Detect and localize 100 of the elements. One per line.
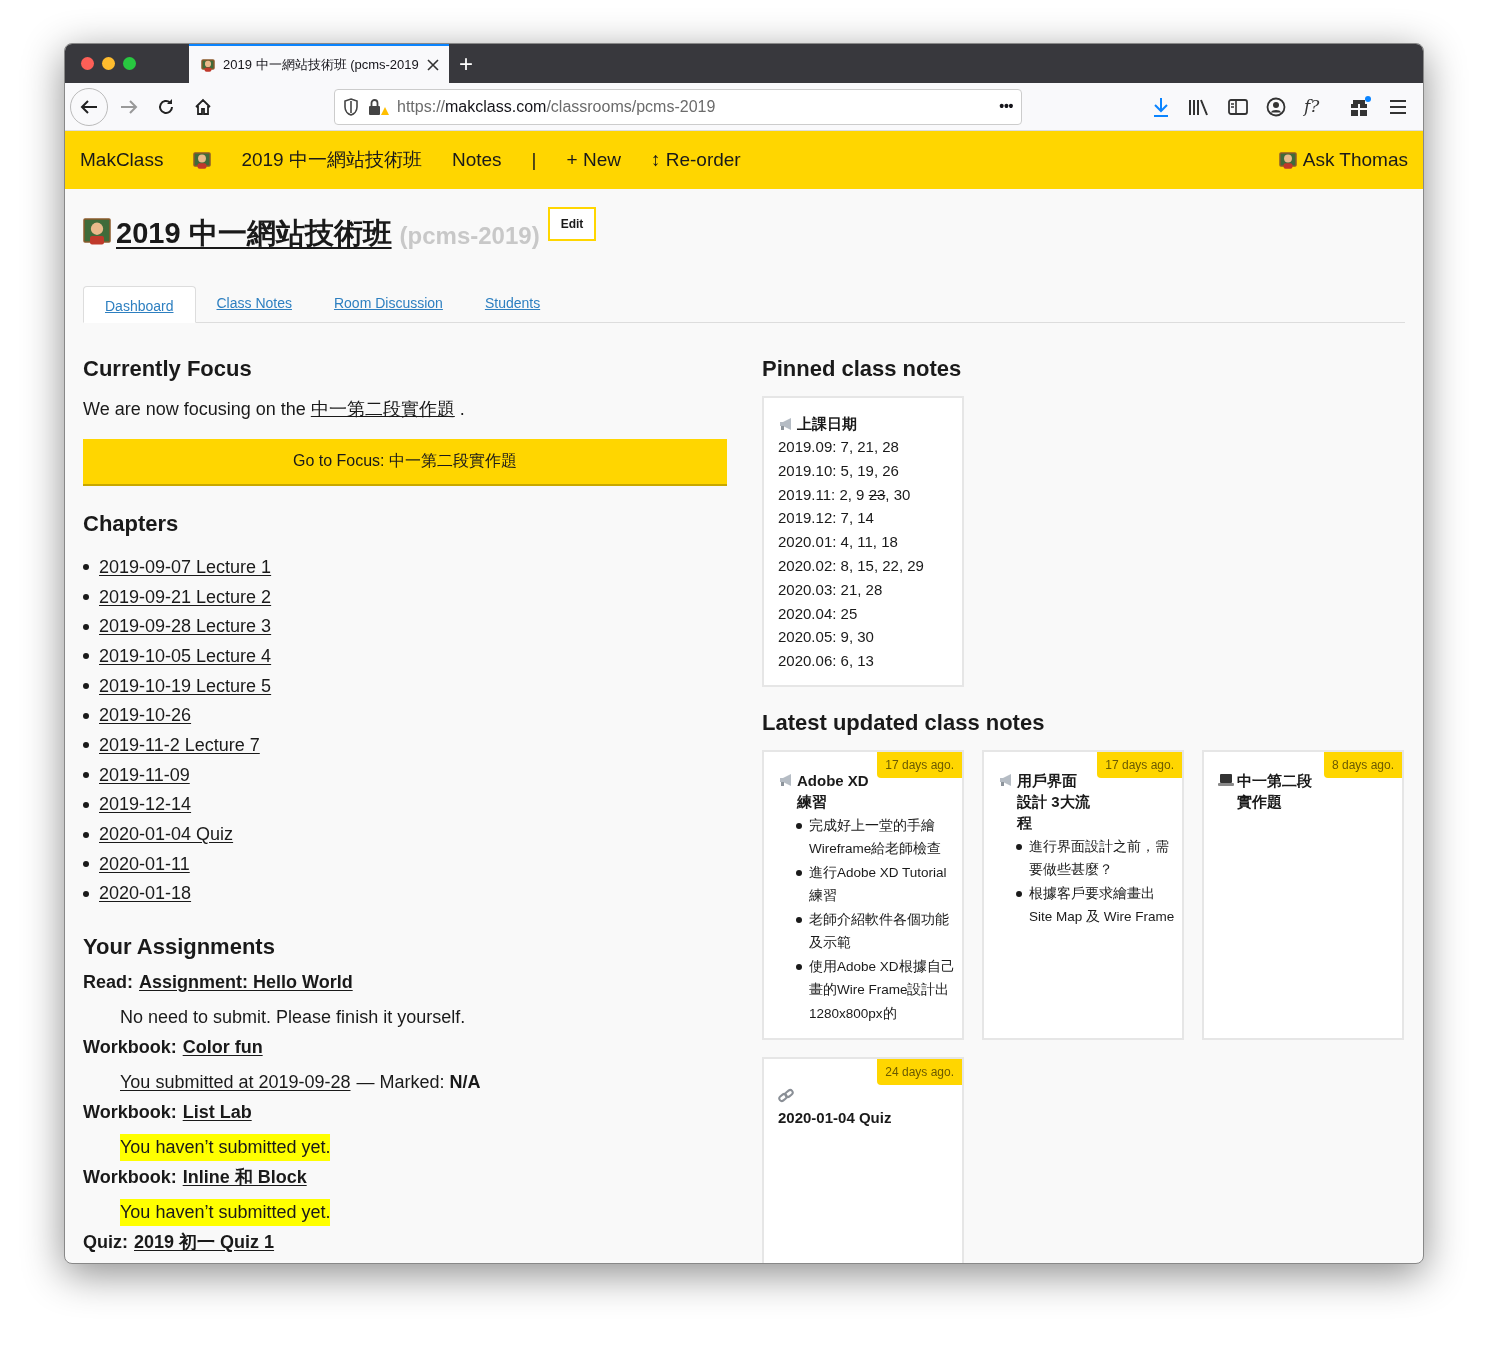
note-title: 上課日期	[797, 413, 857, 434]
browser-tab[interactable]: 2019 中一網站技術班 (pcms-2019	[189, 44, 449, 83]
chapter-link[interactable]: 2019-09-07 Lecture 1	[99, 553, 272, 581]
download-icon[interactable]	[1152, 96, 1170, 117]
account-icon[interactable]	[1266, 96, 1286, 117]
bullet-icon	[83, 594, 89, 601]
assignment-link[interactable]: 2019 初一 Quiz 1	[134, 1228, 275, 1256]
bullet-icon	[83, 801, 89, 808]
gift-icon[interactable]	[1349, 95, 1372, 118]
chapter-link[interactable]: 2019-12-14	[99, 791, 192, 819]
assignment-link[interactable]: List Lab	[182, 1098, 252, 1126]
chapter-link[interactable]: 2020-01-11	[99, 850, 190, 878]
close-icon[interactable]	[426, 58, 439, 71]
link-icon	[778, 1087, 794, 1104]
date-line: 2019.09: 7, 21, 28	[778, 437, 900, 457]
edit-button[interactable]: Edit	[547, 207, 597, 241]
window-control[interactable]	[102, 57, 115, 70]
window-control[interactable]	[81, 57, 94, 70]
library-icon[interactable]	[1188, 97, 1210, 116]
class-note-card[interactable]: 24 days ago. 2020-01-04 Quiz	[762, 1056, 964, 1263]
pinned-note-card[interactable]: 上課日期 2019.09: 7, 21, 28 2019.10: 5, 19, 26 2019.11: 2, 9 23, 30 2019.12: 7, 14 2020.01: 4, 11, 18 2020.02: 8, 15, 22, 29 2020.03: 21, 28 2020.04: 25 2020.05: 9, 30 2020.06: 6, 13	[762, 395, 964, 687]
assignment-type: Workbook:	[83, 1165, 177, 1189]
chapter-link[interactable]: 2019-10-05 Lecture 4	[99, 642, 272, 670]
tab-title: 2019 中一網站技術班 (pcms-2019	[223, 55, 419, 74]
megaphone-icon	[998, 772, 1014, 787]
chapter-link[interactable]: 2019-10-26	[99, 702, 192, 730]
page-tab[interactable]: Students	[463, 284, 562, 322]
page-actions-button[interactable]: •••	[999, 96, 1013, 117]
teacher-icon	[201, 57, 215, 72]
date-line: 2019.11: 2, 9 23, 30	[778, 484, 912, 505]
url-text[interactable]: https://makclass.com/classrooms/pcms-2019	[397, 94, 992, 119]
page-tab[interactable]: Dashboard	[83, 285, 196, 323]
separator-text: |	[531, 147, 537, 172]
new-tab-button[interactable]: +	[459, 51, 473, 76]
teacher-icon	[1278, 151, 1297, 169]
date-line: 2020.03: 21, 28	[778, 579, 884, 600]
date-line: 2020.04: 25	[778, 603, 859, 624]
bullet-icon	[83, 712, 89, 719]
brand-link[interactable]: MakClass	[80, 145, 164, 175]
note-bullet-text: 進行界面設計之前，需要做些甚麼？	[1029, 837, 1170, 880]
date-line: 2019.12: 7, 14	[778, 508, 875, 529]
section-heading: Currently Focus	[83, 354, 253, 383]
class-note-card[interactable]: 17 days ago. 用戶界面設計 3大流程 進行界面設計之前，需要做些甚麼？ 根據客戶要求繪畫出Site Map 及 Wire Frame	[982, 749, 1184, 1040]
submission-link[interactable]: You submitted at 2019-09-28	[120, 1068, 351, 1096]
lock-warning-icon[interactable]	[367, 97, 389, 116]
function-button[interactable]: f?	[1304, 93, 1320, 120]
bullet-icon	[796, 963, 802, 970]
not-submitted-notice: You haven’t submitted yet.	[120, 1198, 331, 1226]
sidebar-icon[interactable]	[1228, 97, 1248, 116]
page-tab[interactable]: Room Discussion	[312, 284, 464, 322]
chapter-link[interactable]: 2020-01-04 Quiz	[99, 821, 234, 849]
section-heading: Latest updated class notes	[762, 708, 1046, 737]
chapter-link[interactable]: 2019-10-19 Lecture 5	[99, 672, 272, 700]
bullet-icon	[83, 683, 89, 690]
page-tab[interactable]: Class Notes	[195, 284, 313, 322]
note-bullet-text: 老師介紹軟件各個功能及示範	[809, 910, 950, 953]
date-line: 2020.05: 9, 30	[778, 627, 875, 648]
class-title-link[interactable]: 2019 中一網站技術班	[116, 212, 392, 256]
bullet-icon	[83, 861, 89, 868]
chapter-link[interactable]: 2019-09-21 Lecture 2	[99, 583, 272, 611]
teacher-icon	[193, 151, 212, 169]
age-badge: 8 days ago.	[1323, 751, 1402, 778]
note-title: 2020-01-04 Quiz	[778, 1107, 892, 1128]
nav-link[interactable]: Notes	[451, 145, 502, 175]
not-submitted-notice: You haven’t submitted yet.	[120, 1133, 331, 1161]
age-badge: 24 days ago.	[877, 1058, 962, 1085]
chapter-link[interactable]: 2019-09-28 Lecture 3	[99, 613, 272, 641]
class-note-card[interactable]: 8 days ago. 中一第二段實作題	[1202, 749, 1404, 1040]
focus-button[interactable]: Go to Focus: 中一第二段實作題	[83, 438, 727, 486]
marked-status: — Marked: N/A	[356, 1070, 481, 1094]
date-line: 2020.01: 4, 11, 18	[778, 532, 899, 553]
chapter-link[interactable]: 2019-11-09	[99, 761, 190, 789]
nav-link[interactable]: ↕ Re-order	[650, 145, 741, 175]
assignment-link[interactable]: Inline 和 Block	[182, 1163, 307, 1191]
note-title: Adobe XD 練習	[797, 770, 870, 812]
class-note-card[interactable]: 17 days ago. Adobe XD 練習 完成好上一堂的手繪Wireframe給老師檢查 進行Adobe XD Tutorial 練習 老師介紹軟件各個功能及示範 使用Adobe XD根據自己畫的Wire Frame設計出1280x800px的	[762, 749, 964, 1040]
chapter-link[interactable]: 2019-11-2 Lecture 7	[99, 731, 260, 759]
window-control[interactable]	[123, 57, 136, 70]
focus-link[interactable]: 中一第二段實作題	[310, 398, 455, 419]
nav-link[interactable]: + New	[566, 145, 621, 175]
menu-icon[interactable]	[1389, 98, 1408, 115]
shield-icon[interactable]	[343, 97, 359, 116]
user-link[interactable]: Ask Thomas	[1302, 145, 1408, 175]
bullet-icon	[796, 869, 802, 876]
assignment-link[interactable]: Assignment: Hello World	[139, 968, 353, 996]
bullet-icon	[83, 564, 89, 571]
chapter-link[interactable]: 2020-01-18	[99, 880, 192, 908]
assignment-link[interactable]: Color fun	[182, 1033, 263, 1061]
bullet-icon	[796, 822, 802, 829]
nav-link[interactable]: 2019 中一網站技術班	[241, 145, 422, 175]
bullet-icon	[83, 742, 89, 749]
age-badge: 17 days ago.	[1097, 751, 1182, 778]
date-line: 2019.10: 5, 19, 26	[778, 460, 900, 481]
reload-icon[interactable]	[157, 97, 175, 116]
age-badge: 17 days ago.	[877, 751, 962, 778]
bullet-icon	[83, 831, 89, 838]
forward-icon[interactable]	[120, 98, 138, 115]
assignment-type: Workbook:	[83, 1035, 177, 1059]
note-title: 用戶界面設計 3大流程	[1017, 770, 1091, 833]
home-icon[interactable]	[194, 97, 212, 116]
